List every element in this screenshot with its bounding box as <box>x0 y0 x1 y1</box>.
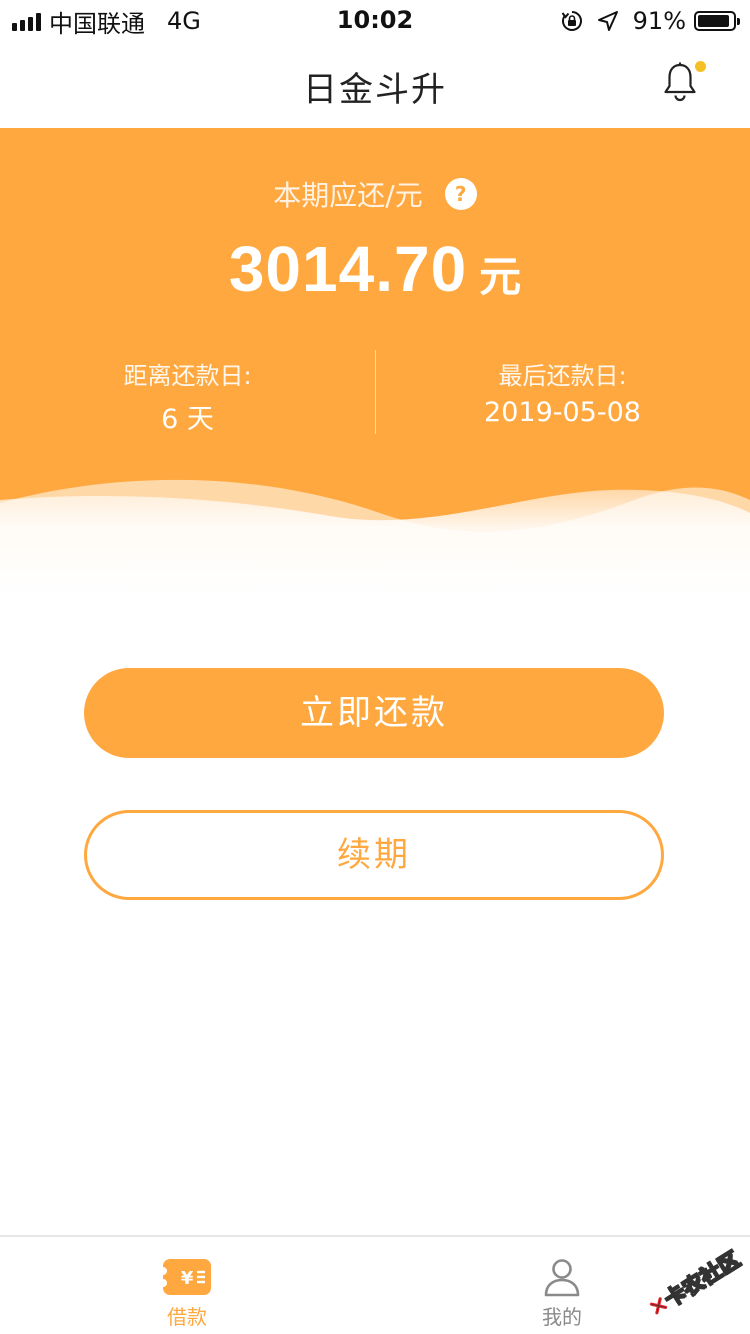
tab-loan[interactable]: ¥ 借款 <box>87 1237 287 1334</box>
notification-dot <box>695 61 706 72</box>
loan-icon: ¥ <box>163 1259 211 1295</box>
battery-icon <box>694 11 740 31</box>
due-amount-label-row: 本期应还/元? <box>0 174 750 214</box>
due-amount-value: 3014.70 <box>228 233 468 305</box>
help-icon[interactable]: ? <box>444 178 477 210</box>
days-to-due-value: 6 天 <box>161 404 214 435</box>
tab-mine[interactable]: 我的 <box>462 1237 662 1334</box>
location-arrow-icon <box>597 11 618 31</box>
renew-button[interactable]: 续期 <box>84 810 664 900</box>
tab-mine-label: 我的 <box>542 1305 582 1329</box>
screen: 中国联通 4G 10:02 91% 日金斗升 本期应还/元 ? 3014.70 … <box>0 0 750 1334</box>
days-to-due-block: 距离还款日: 6 天 <box>0 356 375 436</box>
due-amount-label: 本期应还/元 <box>273 179 423 212</box>
battery-percent: 91% <box>632 7 686 35</box>
status-right: 91% <box>561 6 740 36</box>
tab-loan-label: 借款 <box>167 1305 207 1329</box>
nav-bar: 日金斗升 <box>0 40 750 128</box>
last-due-date-block: 最后还款日: 2019-05-08 <box>375 356 750 428</box>
svg-text:¥: ¥ <box>181 1268 194 1289</box>
last-due-date-label: 最后还款日: <box>498 362 627 390</box>
user-icon <box>544 1259 580 1297</box>
due-amount-unit: 元 <box>479 252 522 301</box>
rotation-lock-icon <box>561 11 582 31</box>
repayment-summary-card: 本期应还/元? 3014.70 元 距离还款日: 6 天 最后还款日: 2019-… <box>0 128 750 598</box>
last-due-date-value: 2019-05-08 <box>484 397 641 428</box>
due-amount: 3014.70 元 <box>0 232 750 306</box>
status-bar: 中国联通 4G 10:02 91% <box>0 0 750 40</box>
repay-now-button[interactable]: 立即还款 <box>84 668 664 758</box>
page-title: 日金斗升 <box>303 70 447 110</box>
battery-fill <box>698 15 729 27</box>
notification-button[interactable] <box>662 61 706 106</box>
bell-icon <box>664 62 696 102</box>
days-to-due-label: 距离还款日: <box>123 362 252 390</box>
